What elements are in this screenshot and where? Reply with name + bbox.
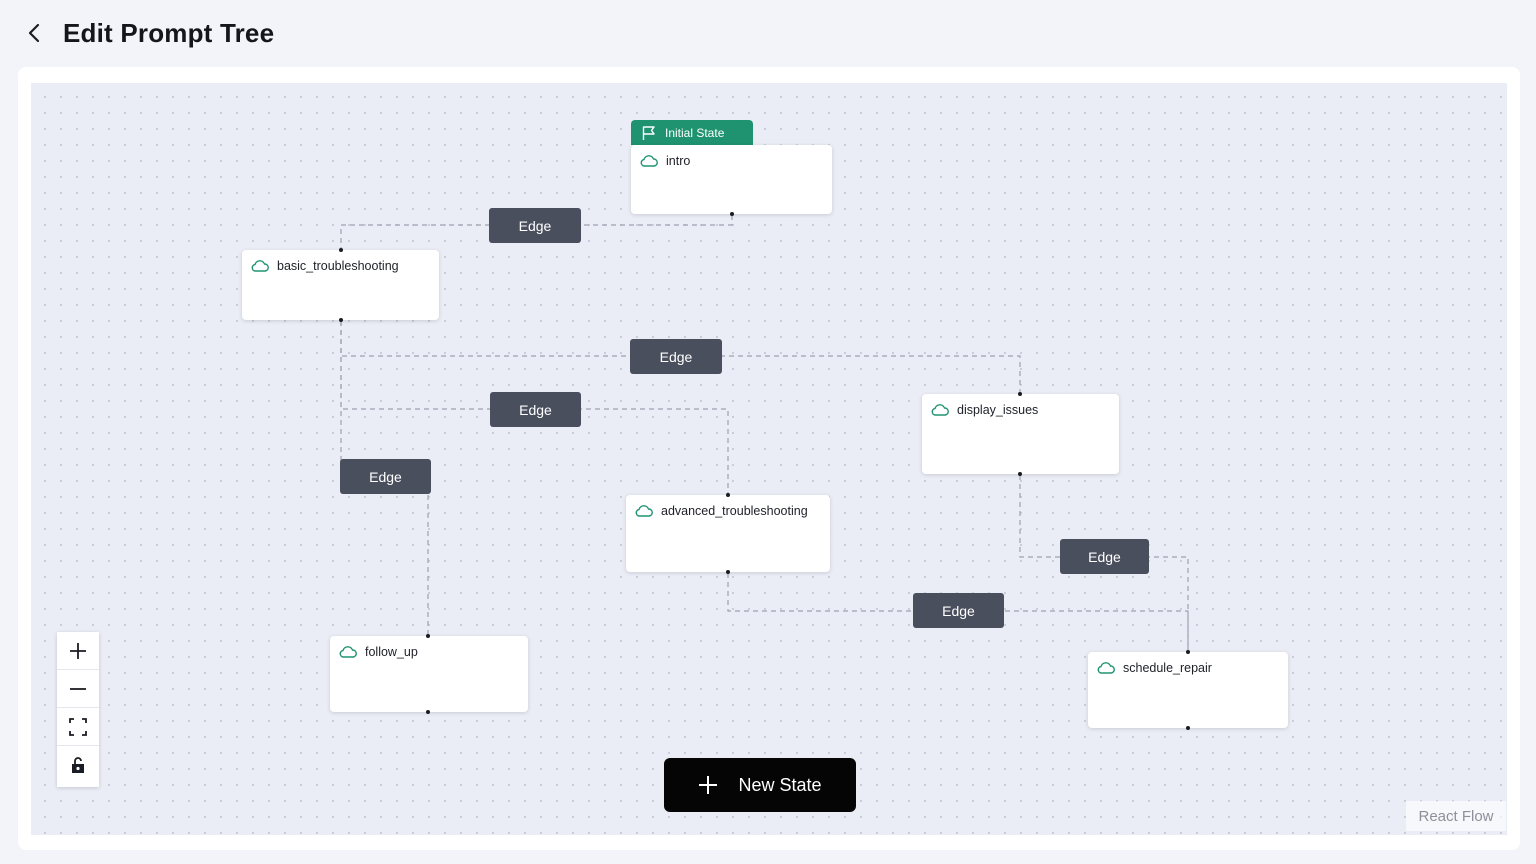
source-handle[interactable]	[426, 710, 430, 714]
zoom-in-button[interactable]	[57, 632, 99, 670]
edge-label-basic-advanced[interactable]: Edge	[490, 392, 581, 427]
flow-controls	[57, 632, 99, 787]
flag-icon	[642, 125, 655, 140]
target-handle[interactable]	[426, 634, 430, 638]
cloud-icon	[640, 155, 658, 167]
node-label: basic_troubleshooting	[277, 259, 399, 273]
node-follow-up[interactable]: follow_up	[330, 634, 528, 714]
source-handle[interactable]	[1018, 472, 1022, 476]
target-handle[interactable]	[339, 248, 343, 252]
fit-view-icon	[69, 717, 87, 736]
source-handle[interactable]	[339, 318, 343, 322]
header: Edit Prompt Tree	[0, 0, 1536, 68]
node-intro[interactable]: intro	[631, 145, 832, 216]
new-state-button[interactable]: New State	[664, 758, 856, 812]
cloud-icon	[339, 646, 357, 658]
source-handle[interactable]	[1186, 726, 1190, 730]
react-flow-attribution[interactable]: React Flow	[1406, 801, 1506, 831]
node-advanced-troubleshooting[interactable]: advanced_troubleshooting	[626, 493, 830, 574]
initial-state-label: Initial State	[665, 125, 725, 140]
node-display-issues[interactable]: display_issues	[922, 392, 1119, 476]
cloud-icon	[931, 404, 949, 416]
cloud-icon	[635, 505, 653, 517]
node-label: intro	[666, 154, 691, 168]
minus-icon	[70, 687, 86, 690]
edge-label-display-schedule[interactable]: Edge	[1060, 539, 1149, 574]
lock-toggle-button[interactable]	[57, 746, 99, 784]
source-handle[interactable]	[726, 570, 730, 574]
node-label: schedule_repair	[1123, 661, 1212, 675]
edge-label-intro-basic[interactable]: Edge	[489, 208, 581, 243]
node-label: advanced_troubleshooting	[661, 504, 808, 518]
edge-label-advanced-schedule[interactable]: Edge	[913, 593, 1004, 628]
flow-canvas[interactable]: Initial State intro basic_troubleshootin…	[31, 83, 1507, 835]
unlock-icon	[72, 757, 84, 773]
target-handle[interactable]	[726, 493, 730, 497]
initial-state-tag: Initial State	[631, 120, 753, 145]
node-basic-troubleshooting[interactable]: basic_troubleshooting	[242, 248, 439, 322]
fit-view-button[interactable]	[57, 708, 99, 746]
edge-label-basic-followup[interactable]: Edge	[340, 459, 431, 494]
back-arrow-icon[interactable]	[22, 20, 46, 46]
node-label: display_issues	[957, 403, 1039, 417]
zoom-out-button[interactable]	[57, 670, 99, 708]
cloud-icon	[1097, 662, 1115, 674]
node-schedule-repair[interactable]: schedule_repair	[1088, 650, 1288, 730]
plus-icon	[699, 776, 718, 794]
cloud-icon	[251, 260, 269, 272]
node-label: follow_up	[365, 645, 418, 659]
plus-icon	[70, 642, 86, 659]
target-handle[interactable]	[1186, 650, 1190, 654]
source-handle[interactable]	[730, 212, 734, 216]
new-state-label: New State	[738, 774, 822, 795]
edge-label-basic-display[interactable]: Edge	[630, 339, 722, 374]
page-title: Edit Prompt Tree	[63, 18, 275, 48]
target-handle[interactable]	[1018, 392, 1022, 396]
